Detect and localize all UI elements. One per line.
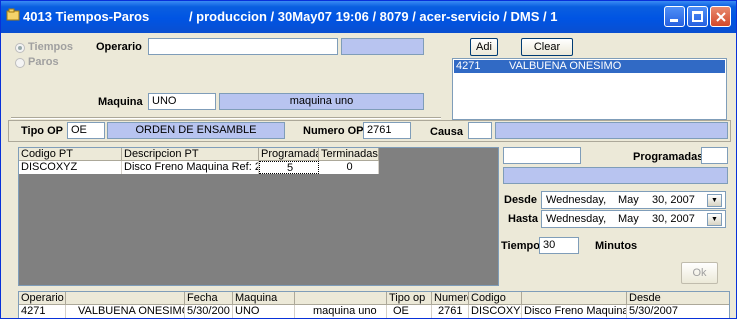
maximize-button[interactable] — [687, 6, 708, 27]
tipo-op-desc: ORDEN DE ENSAMBLE — [107, 122, 285, 139]
tipo-op-input[interactable]: OE — [67, 122, 105, 139]
pt-header-descripcion[interactable]: Descripcion PT — [122, 148, 259, 161]
operario-desc — [341, 38, 424, 55]
hasta-weekday: Wednesday, — [546, 213, 607, 225]
causa-desc — [495, 122, 728, 139]
tiempo-input[interactable]: 30 — [539, 237, 579, 254]
tiempos-label: Tiempos — [28, 41, 74, 53]
record-cell-numero[interactable]: 2761 — [432, 305, 469, 318]
list-item-name: VALBUENA ONESIMO — [509, 60, 622, 72]
record-cell-tipo-op[interactable]: OE — [387, 305, 432, 318]
record-cell-nombre[interactable]: VALBUENA ONESIMO — [66, 305, 185, 318]
operarios-list[interactable]: 4271 VALBUENA ONESIMO — [452, 58, 727, 120]
tipo-op-label: Tipo OP — [21, 125, 63, 137]
desde-weekday: Wednesday, — [546, 194, 607, 206]
minutos-label: Minutos — [595, 240, 638, 252]
maquina-input[interactable]: UNO — [148, 93, 216, 110]
tiempos-radio[interactable] — [15, 43, 25, 53]
minimize-button[interactable] — [664, 6, 685, 27]
desde-month: May — [618, 194, 639, 206]
separator — [11, 117, 441, 119]
operario-label: Operario — [96, 41, 142, 53]
records-header-tipo-op[interactable]: Tipo op — [387, 292, 432, 305]
hasta-label: Hasta — [508, 213, 538, 225]
app-window: 4013 Tiempos-Paros / produccion / 30May0… — [0, 0, 737, 319]
hasta-date-picker[interactable]: Wednesday, May 30, 2007 ▼ — [541, 210, 726, 228]
paros-label: Paros — [28, 56, 59, 68]
pt-cell-descripcion[interactable]: Disco Freno Maquina Ref: 21 — [122, 161, 259, 174]
desde-label: Desde — [504, 194, 538, 206]
numero-op-label: Numero OP — [303, 125, 364, 137]
records-header-numero[interactable]: Numero — [432, 292, 469, 305]
records-grid[interactable]: Operario Fecha Maquina Tipo op Numero Co… — [18, 291, 730, 318]
minimize-icon — [670, 19, 678, 22]
pt-grid[interactable]: Codigo PT Descripcion PT Programadas Ter… — [18, 147, 499, 286]
programadas-desc — [503, 167, 728, 184]
programadas-label: Programadas — [633, 151, 704, 163]
close-icon — [716, 12, 726, 22]
tiempo-label: Tiempo — [501, 240, 540, 252]
programadas-input[interactable] — [701, 147, 728, 164]
numero-op-input[interactable]: 2761 — [363, 122, 411, 139]
record-cell-desde[interactable]: 5/30/2007 — [627, 305, 729, 318]
title-bar[interactable]: 4013 Tiempos-Paros / produccion / 30May0… — [1, 1, 736, 33]
records-header-codigo[interactable]: Codigo — [469, 292, 522, 305]
causa-input[interactable] — [468, 122, 492, 139]
close-button[interactable] — [710, 6, 731, 27]
list-item-code: 4271 — [456, 60, 481, 72]
causa-label: Causa — [430, 126, 464, 138]
adi-button[interactable]: Adi — [470, 38, 498, 56]
desde-day-year: 30, 2007 — [652, 194, 695, 206]
pt-header-programadas[interactable]: Programadas — [259, 148, 319, 161]
desde-dropdown-button[interactable]: ▼ — [707, 194, 722, 207]
maquina-desc: maquina uno — [219, 93, 424, 110]
pt-cell-programadas[interactable]: 5 — [259, 161, 319, 174]
maquina-label: Maquina — [98, 96, 143, 108]
record-cell-maquina[interactable]: UNO — [233, 305, 295, 318]
programadas-filter-input[interactable] — [503, 147, 581, 164]
list-item[interactable]: 4271 VALBUENA ONESIMO — [454, 60, 725, 73]
records-header-maquina-desc[interactable] — [295, 292, 387, 305]
ok-button[interactable]: Ok — [681, 262, 718, 284]
record-cell-operario[interactable]: 4271 — [19, 305, 66, 318]
pt-header-codigo[interactable]: Codigo PT — [19, 148, 122, 161]
window-title: 4013 Tiempos-Paros / produccion / 30May0… — [23, 9, 558, 24]
record-cell-fecha[interactable]: 5/30/200 — [185, 305, 233, 318]
chevron-down-icon: ▼ — [711, 216, 718, 223]
desde-date-picker[interactable]: Wednesday, May 30, 2007 ▼ — [541, 191, 726, 209]
paros-radio[interactable] — [15, 58, 25, 68]
record-cell-descripcion[interactable]: Disco Freno Maquina R — [522, 305, 627, 318]
records-header-operario[interactable]: Operario — [19, 292, 66, 305]
operario-input[interactable] — [148, 38, 338, 55]
records-header-descripcion[interactable] — [522, 292, 627, 305]
clear-button[interactable]: Clear — [521, 38, 573, 56]
hasta-day-year: 30, 2007 — [652, 213, 695, 225]
record-cell-maquina-desc[interactable]: maquina uno — [295, 305, 387, 318]
chevron-down-icon: ▼ — [711, 197, 718, 204]
hasta-dropdown-button[interactable]: ▼ — [707, 213, 722, 226]
pt-cell-terminadas[interactable]: 0 — [319, 161, 379, 174]
record-cell-codigo[interactable]: DISCOXYZ — [469, 305, 522, 318]
pt-cell-codigo[interactable]: DISCOXYZ — [19, 161, 122, 174]
records-header-desde[interactable]: Desde — [627, 292, 729, 305]
app-icon — [6, 8, 20, 21]
records-header-nombre[interactable] — [66, 292, 185, 305]
records-header-fecha[interactable]: Fecha — [185, 292, 233, 305]
hasta-month: May — [618, 213, 639, 225]
maximize-icon — [692, 11, 703, 22]
pt-header-terminadas[interactable]: Terminadas — [319, 148, 379, 161]
records-header-maquina[interactable]: Maquina — [233, 292, 295, 305]
